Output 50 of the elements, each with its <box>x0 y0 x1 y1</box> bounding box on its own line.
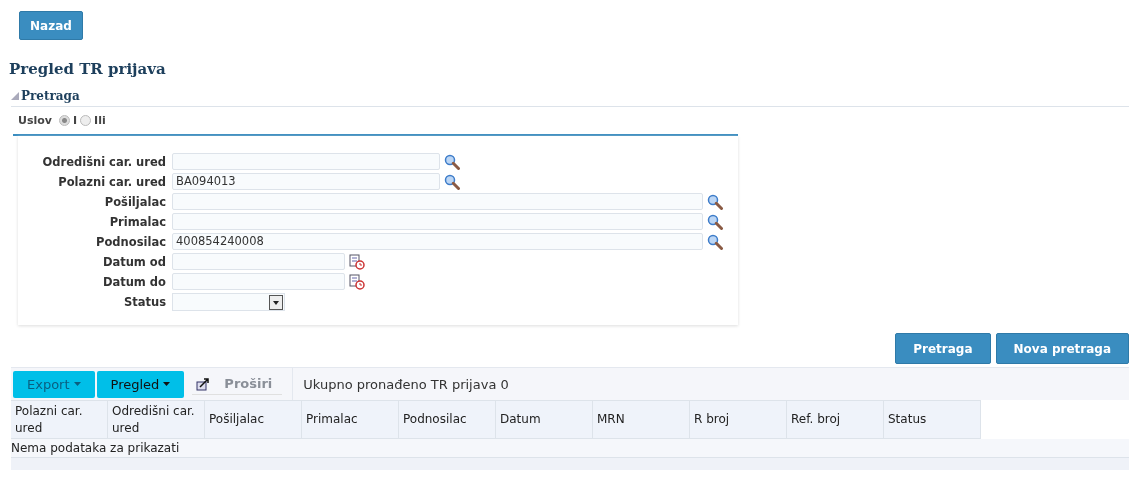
calendar-icon[interactable] <box>349 253 365 270</box>
expand-table-icon <box>196 376 211 391</box>
field-label: Datum do <box>101 274 166 289</box>
radio-button[interactable] <box>80 114 92 126</box>
result-count: Ukupno pronađeno TR prijava 0 <box>303 376 509 392</box>
caret-icon <box>163 382 171 386</box>
column-header[interactable]: Status <box>884 400 981 439</box>
empty-message: Nema podataka za prikazati <box>11 439 1129 458</box>
search-icon[interactable] <box>707 213 723 230</box>
field-label: Datum od <box>101 254 166 269</box>
radio-button[interactable] <box>59 114 70 126</box>
condition-label: Uslov <box>18 113 52 127</box>
search-icon[interactable] <box>707 193 723 210</box>
search-icon[interactable] <box>707 233 723 250</box>
caret-icon <box>73 382 81 386</box>
column-header[interactable]: Datum <box>496 400 593 439</box>
input-field[interactable] <box>172 213 703 230</box>
radio-label: I <box>73 113 78 127</box>
field-label: Podnosilac <box>95 234 166 249</box>
back-button[interactable]: Nazad <box>19 11 83 40</box>
input-field[interactable] <box>172 253 345 270</box>
search-button[interactable]: Nova pretraga <box>995 333 1129 364</box>
column-header[interactable]: R broj <box>690 400 787 439</box>
field-label: Primalac <box>108 214 166 229</box>
status-dropdown[interactable] <box>172 292 285 311</box>
input-field[interactable]: BA094013 <box>172 173 440 190</box>
column-header[interactable]: Ref. broj <box>787 400 884 439</box>
input-field[interactable] <box>172 273 345 290</box>
search-button[interactable]: Pretraga <box>895 333 991 364</box>
column-header[interactable]: MRN <box>593 400 690 439</box>
field-label: Odredišni car. ured <box>41 154 166 169</box>
search-icon[interactable] <box>444 173 460 190</box>
caret-icon[interactable] <box>269 294 283 310</box>
radio-label: Ili <box>94 113 106 127</box>
column-header[interactable]: Polazni car. ured <box>11 400 108 439</box>
field-label: Polazni car. ured <box>57 174 166 189</box>
column-header[interactable]: Odredišni car. ured <box>108 400 205 439</box>
column-header[interactable]: Primalac <box>302 400 399 439</box>
section-title: Pretraga <box>21 88 80 103</box>
input-field[interactable] <box>172 193 703 210</box>
column-header[interactable]: Podnosilac <box>399 400 496 439</box>
menu-button[interactable]: Pregled <box>96 370 185 398</box>
page-title: Pregled TR prijava <box>9 60 167 78</box>
column-header[interactable]: Pošiljalac <box>205 400 302 439</box>
input-field[interactable] <box>172 153 440 170</box>
calendar-icon[interactable] <box>349 273 365 290</box>
field-label: Pošiljalac <box>103 194 166 209</box>
search-icon[interactable] <box>444 153 460 170</box>
field-label: Status <box>122 294 166 309</box>
input-field[interactable]: 400854240008 <box>172 233 703 250</box>
